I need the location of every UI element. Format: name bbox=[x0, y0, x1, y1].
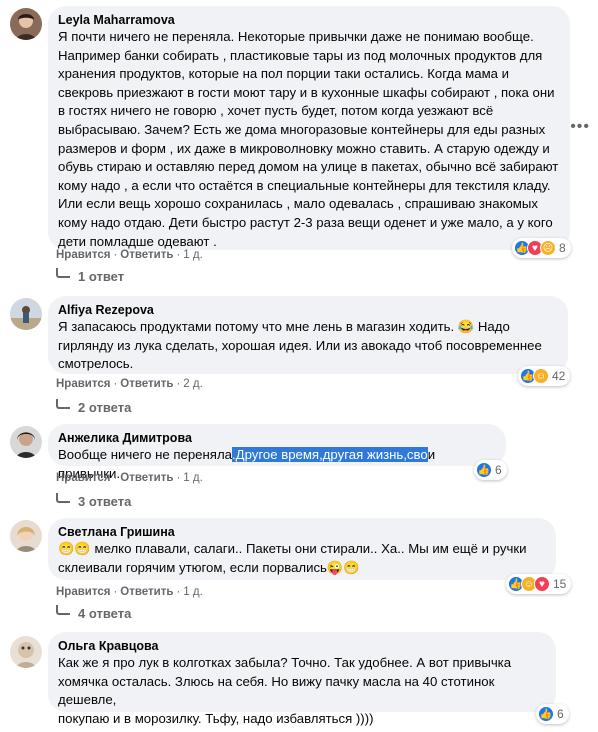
comment-bubble: Анжелика Димитрова Вообще ничего не пере… bbox=[48, 424, 506, 481]
avatar[interactable] bbox=[10, 8, 42, 40]
reaction-summary[interactable]: 👍 ☺ ♥ 15 bbox=[506, 574, 572, 594]
comment-bubble: Alfiya Rezepova Я запасаюсь продуктами п… bbox=[48, 296, 568, 374]
avatar[interactable] bbox=[10, 520, 42, 552]
more-options-icon[interactable]: ••• bbox=[570, 118, 590, 136]
view-replies-button[interactable]: 3 ответа bbox=[56, 492, 132, 509]
reaction-count: 15 bbox=[553, 577, 567, 591]
reply-button[interactable]: Ответить bbox=[120, 378, 173, 390]
comment-bubble: Ольга Кравцова Как же я про лук в колгот… bbox=[48, 632, 556, 726]
reply-button[interactable]: Ответить bbox=[120, 249, 173, 261]
reaction-count: 8 bbox=[559, 241, 566, 255]
view-replies-button[interactable]: 2 ответа bbox=[56, 398, 132, 415]
comment-text-start: Вообще ничего не переняла bbox=[58, 447, 232, 462]
timestamp[interactable]: 1 д. bbox=[183, 586, 203, 598]
comment-text: Как же я про лук в колготках забыла? Точ… bbox=[58, 655, 512, 726]
avatar[interactable] bbox=[10, 426, 42, 458]
reaction-count: 42 bbox=[552, 369, 566, 383]
comment-actions: Нравится · Ответить · 1 д. bbox=[56, 249, 203, 261]
comment-actions: Нравится · Ответить · 1 д. bbox=[56, 472, 203, 484]
timestamp[interactable]: 1 д. bbox=[183, 249, 203, 261]
reaction-count: 6 bbox=[495, 463, 502, 477]
comment-bubble: Leyla Maharramova Я почти ничего не пере… bbox=[48, 6, 570, 250]
timestamp[interactable]: 1 д. bbox=[183, 472, 203, 484]
comment-author[interactable]: Ольга Кравцова bbox=[58, 638, 546, 654]
like-button[interactable]: Нравится bbox=[56, 472, 110, 484]
comment-actions: Нравится · Ответить · 2 д. bbox=[56, 378, 203, 390]
like-reaction-icon: 👍 bbox=[538, 706, 554, 722]
reaction-count: 6 bbox=[557, 707, 564, 721]
selected-text[interactable]: .Другое время,другая жизнь,сво bbox=[231, 447, 428, 462]
reply-arrow-icon bbox=[56, 492, 70, 503]
like-button[interactable]: Нравится bbox=[56, 378, 110, 390]
reply-arrow-icon bbox=[56, 604, 70, 615]
comment-actions: Нравится · Ответить · 1 д. bbox=[56, 586, 203, 598]
comment-author[interactable]: Анжелика Димитрова bbox=[58, 430, 496, 446]
haha-reaction-icon: ☺ bbox=[533, 368, 549, 384]
sad-reaction-icon: ☹ bbox=[540, 240, 556, 256]
comment-text: Я почти ничего не переняла. Некоторые пр… bbox=[58, 29, 559, 249]
reply-button[interactable]: Ответить bbox=[120, 472, 173, 484]
replies-count: 4 ответа bbox=[78, 606, 132, 621]
love-reaction-icon: ♥ bbox=[534, 576, 550, 592]
reply-arrow-icon bbox=[56, 398, 70, 409]
replies-count: 3 ответа bbox=[78, 494, 132, 509]
comment-text: 😁😁 мелко плавали, салаги.. Пакеты они ст… bbox=[58, 541, 527, 575]
reply-arrow-icon bbox=[56, 267, 70, 278]
reaction-summary[interactable]: 👍 ☺ 42 bbox=[518, 366, 571, 386]
like-reaction-icon: 👍 bbox=[476, 462, 492, 478]
comment-author[interactable]: Светлана Гришина bbox=[58, 524, 546, 540]
like-button[interactable]: Нравится bbox=[56, 249, 110, 261]
reaction-summary[interactable]: 👍 6 bbox=[474, 460, 507, 480]
avatar[interactable] bbox=[10, 636, 42, 668]
like-button[interactable]: Нравится bbox=[56, 586, 110, 598]
comment-author[interactable]: Leyla Maharramova bbox=[58, 12, 560, 28]
reaction-summary[interactable]: 👍 6 bbox=[536, 704, 569, 724]
timestamp[interactable]: 2 д. bbox=[183, 378, 203, 390]
comment-text: Я запасаюсь продуктами потому что мне ле… bbox=[58, 319, 542, 372]
avatar[interactable] bbox=[10, 298, 42, 330]
reply-button[interactable]: Ответить bbox=[120, 586, 173, 598]
comment-author[interactable]: Alfiya Rezepova bbox=[58, 302, 558, 318]
replies-count: 1 ответ bbox=[78, 269, 125, 284]
replies-count: 2 ответа bbox=[78, 400, 132, 415]
view-replies-button[interactable]: 4 ответа bbox=[56, 604, 132, 621]
reaction-summary[interactable]: 👍 ♥ ☹ 8 bbox=[512, 238, 571, 258]
view-replies-button[interactable]: 1 ответ bbox=[56, 267, 125, 284]
comment-bubble: Светлана Гришина 😁😁 мелко плавали, салаг… bbox=[48, 518, 556, 580]
